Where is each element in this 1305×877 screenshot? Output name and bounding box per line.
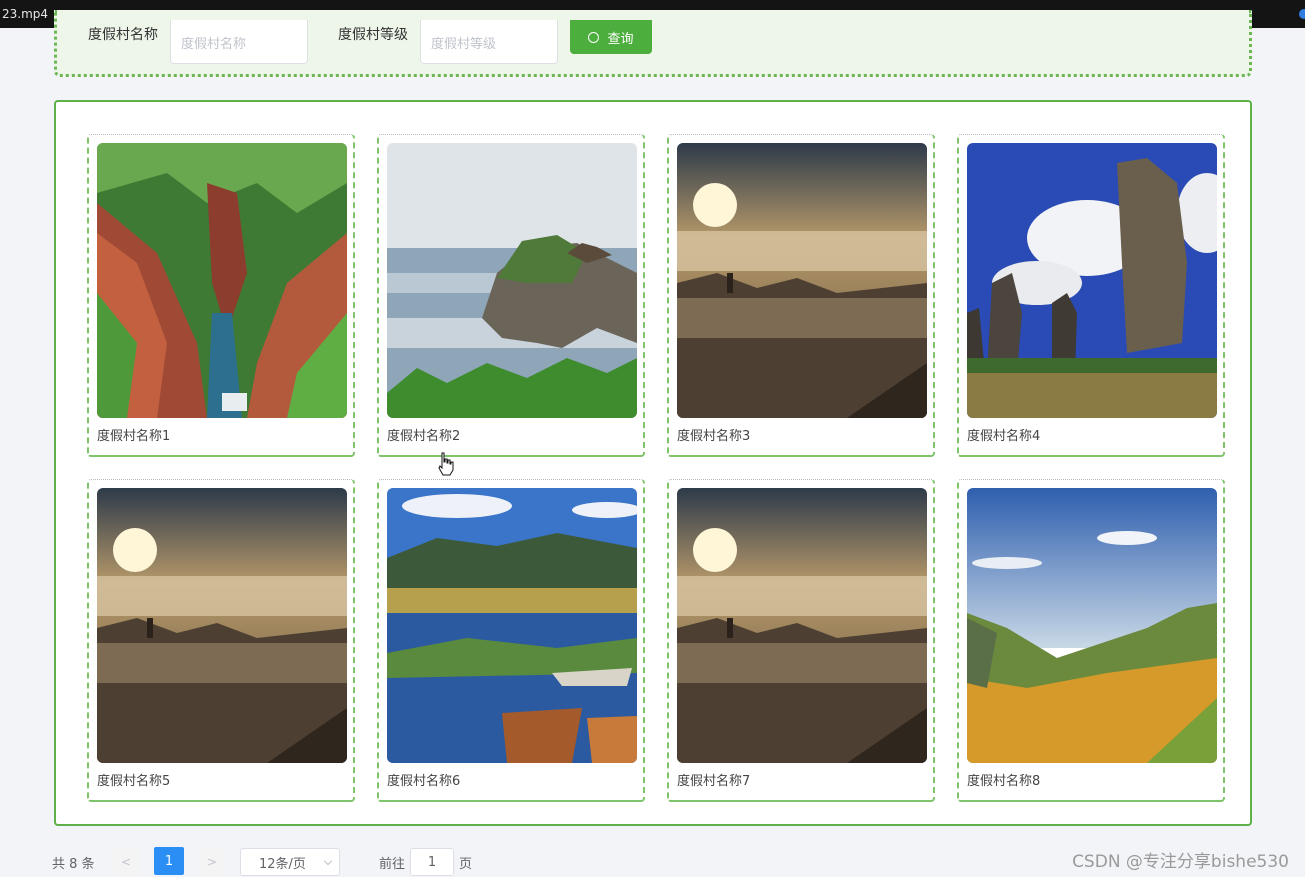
player-status-dot-icon	[1299, 9, 1305, 19]
page-size-select[interactable]: 12条/页	[240, 848, 340, 876]
resort-image[interactable]	[677, 488, 927, 763]
goto-label: 前往	[379, 857, 406, 872]
sea-rock-image	[387, 143, 637, 418]
resort-card[interactable]: 度假村名称7	[667, 479, 935, 802]
resort-card[interactable]: 度假村名称4	[957, 134, 1225, 457]
resort-card[interactable]: 度假村名称8	[957, 479, 1225, 802]
search-icon	[588, 31, 600, 43]
resort-name: 度假村名称3	[677, 429, 751, 444]
video-file-title: 23.mp4	[2, 7, 49, 21]
search-panel: 度假村名称 度假村等级 查询	[54, 10, 1252, 77]
page-size-value: 12条/页	[259, 856, 306, 872]
resort-list-panel: 度假村名称1 度假村名称2 度假村名称3 度假村名称4 度假村名称5 度假村名称…	[54, 100, 1252, 826]
prev-page-button[interactable]: <	[113, 849, 139, 875]
lake-boats-image	[387, 488, 637, 763]
stone-forest-image	[967, 143, 1217, 418]
resort-card[interactable]: 度假村名称3	[667, 134, 935, 457]
hand-cursor-icon	[438, 452, 454, 476]
resort-name-input[interactable]	[170, 20, 308, 64]
resort-name: 度假村名称7	[677, 774, 751, 789]
query-button[interactable]: 查询	[570, 20, 652, 54]
watermark: CSDN @专注分享bishe530	[1072, 852, 1289, 872]
resort-card[interactable]: 度假村名称2	[377, 134, 645, 457]
pagination-total: 共 8 条	[52, 857, 95, 872]
resort-image[interactable]	[387, 143, 637, 418]
resort-image[interactable]	[967, 488, 1217, 763]
resort-name: 度假村名称1	[97, 429, 171, 444]
chevron-down-icon	[323, 856, 333, 866]
resort-image[interactable]	[967, 143, 1217, 418]
resort-image[interactable]	[677, 143, 927, 418]
resort-name: 度假村名称8	[967, 774, 1041, 789]
resort-name: 度假村名称6	[387, 774, 461, 789]
sunrise-clouds-image	[97, 488, 347, 763]
resort-card[interactable]: 度假村名称1	[87, 134, 355, 457]
resort-card[interactable]: 度假村名称5	[87, 479, 355, 802]
sunrise-clouds-image	[677, 488, 927, 763]
resort-card[interactable]: 度假村名称6	[377, 479, 645, 802]
resort-level-label: 度假村等级	[338, 27, 408, 43]
resort-name: 度假村名称5	[97, 774, 171, 789]
pagination: 共 8 条 < 1 > 12条/页 前往 页	[0, 846, 700, 876]
goto-page-unit: 页	[459, 857, 473, 872]
grassland-image	[967, 488, 1217, 763]
resort-image[interactable]	[97, 143, 347, 418]
canyon-image	[97, 143, 347, 418]
next-page-button[interactable]: >	[199, 849, 225, 875]
resort-name: 度假村名称2	[387, 429, 461, 444]
resort-image[interactable]	[97, 488, 347, 763]
resort-name-label: 度假村名称	[88, 27, 158, 43]
resort-level-input[interactable]	[420, 20, 558, 64]
sunrise-clouds-image	[677, 143, 927, 418]
query-button-label: 查询	[607, 30, 634, 46]
goto-page-input[interactable]	[410, 848, 454, 876]
resort-image[interactable]	[387, 488, 637, 763]
resort-name: 度假村名称4	[967, 429, 1041, 444]
page-number-current[interactable]: 1	[154, 847, 184, 875]
